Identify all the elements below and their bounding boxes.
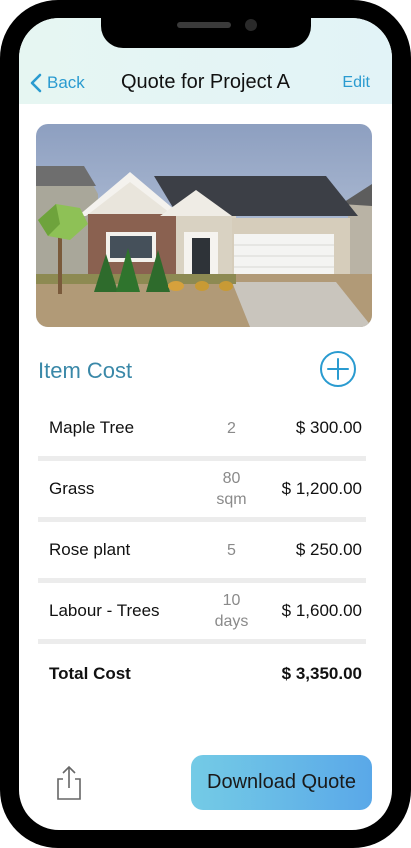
- share-icon: [57, 765, 81, 800]
- item-quantity: 10 days: [199, 590, 264, 632]
- item-name: Grass: [49, 479, 95, 498]
- table-row[interactable]: Maple Tree 2 $ 300.00: [38, 400, 366, 461]
- section-title: Item Cost: [38, 358, 133, 383]
- item-price: $ 1,600.00: [281, 601, 362, 620]
- project-photo: [36, 124, 372, 327]
- table-row[interactable]: Rose plant 5 $ 250.00: [38, 522, 366, 583]
- house-image: [36, 124, 372, 327]
- edit-button[interactable]: Edit: [342, 74, 370, 92]
- camera: [245, 19, 257, 31]
- item-name: Maple Tree: [49, 418, 135, 437]
- qty-value: 80: [222, 470, 241, 487]
- item-quantity: 2: [199, 418, 264, 439]
- item-price: $ 300.00: [295, 418, 362, 437]
- page-title: Quote for Project A: [121, 71, 290, 93]
- item-price: $ 1,200.00: [281, 479, 362, 498]
- total-value: $ 3,350.00: [281, 664, 362, 683]
- qty-unit: sqm: [216, 491, 247, 508]
- total-label: Total Cost: [49, 664, 131, 683]
- plus-circle-icon: [320, 351, 356, 387]
- download-quote-button[interactable]: Download Quote: [191, 755, 372, 810]
- qty-value: 10: [222, 592, 241, 609]
- table-row[interactable]: Labour - Trees 10 days $ 1,600.00: [38, 583, 366, 644]
- qty-value: 5: [227, 541, 236, 559]
- item-name: Rose plant: [49, 540, 131, 559]
- item-quantity: 80 sqm: [199, 468, 264, 510]
- total-row: Total Cost $ 3,350.00: [38, 644, 366, 704]
- qty-unit: days: [214, 613, 249, 630]
- qty-value: 2: [227, 419, 236, 437]
- item-cost-table: Maple Tree 2 $ 300.00 Grass 80 sqm $ 1,2…: [38, 400, 366, 704]
- screen: Back Quote for Project A Edit Item Cost …: [19, 18, 392, 830]
- share-button[interactable]: [56, 765, 82, 801]
- table-row[interactable]: Grass 80 sqm $ 1,200.00: [38, 461, 366, 522]
- add-item-button[interactable]: [319, 350, 357, 388]
- speaker: [177, 22, 231, 28]
- item-price: $ 250.00: [295, 540, 362, 559]
- phone-frame: Back Quote for Project A Edit Item Cost …: [0, 0, 411, 848]
- notch: [101, 18, 311, 48]
- item-name: Labour - Trees: [49, 601, 160, 620]
- item-quantity: 5: [199, 540, 264, 561]
